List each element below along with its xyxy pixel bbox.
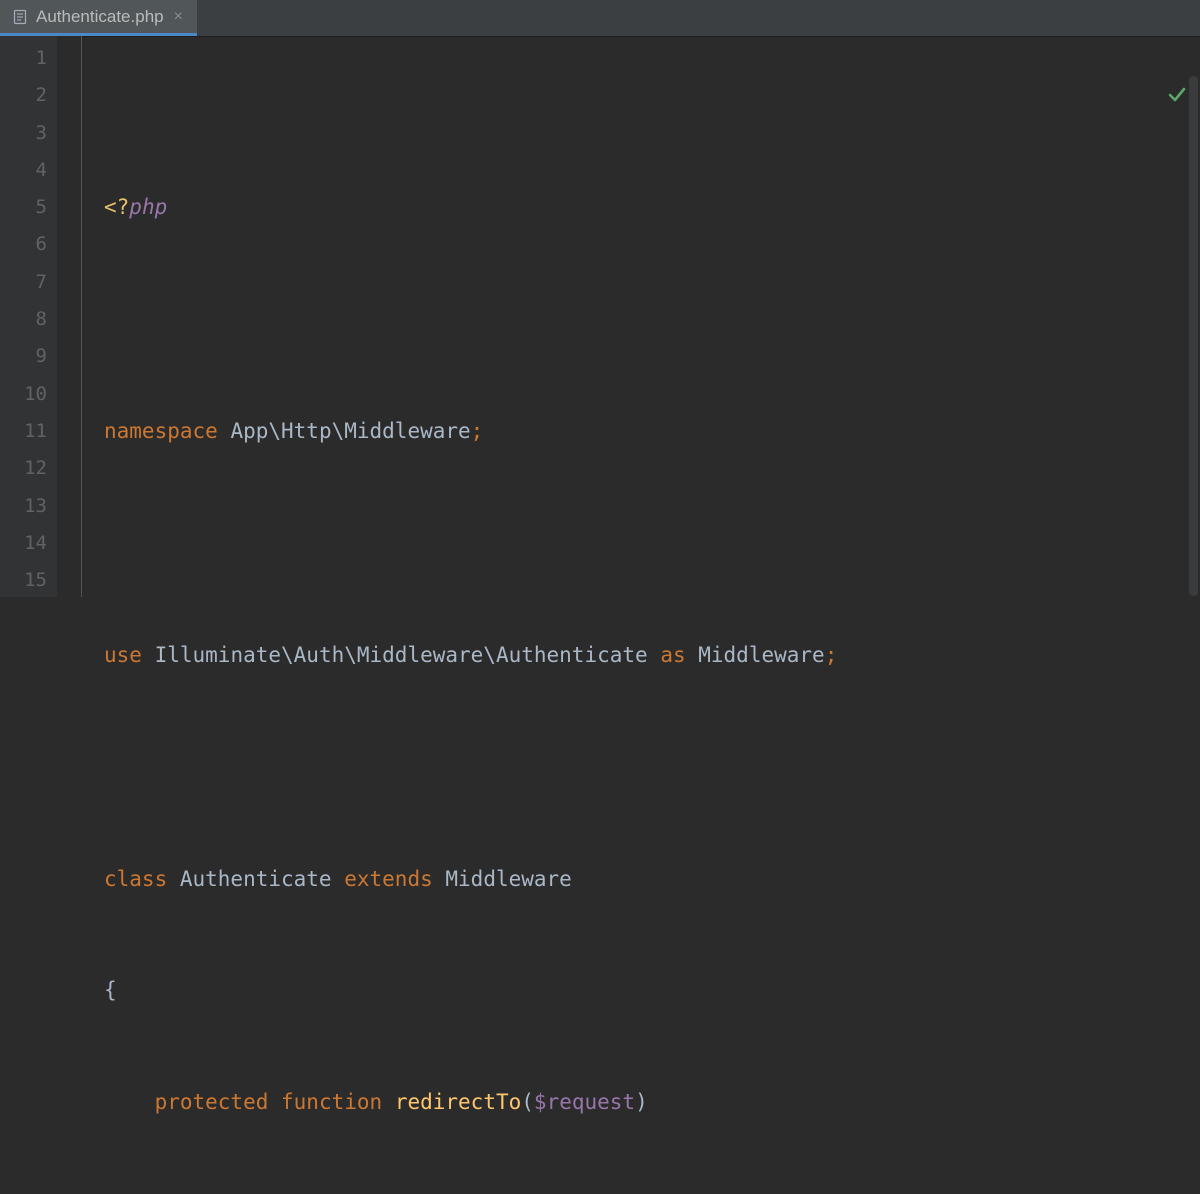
code-line[interactable]: protected function redirectTo($request) xyxy=(104,1084,1200,1121)
close-icon[interactable]: × xyxy=(172,9,183,25)
php-file-icon xyxy=(12,9,28,25)
line-gutter: 1 2 3 4 5 6 7 8 9 10 11 12 13 14 15 xyxy=(0,36,58,597)
tab-bar: Authenticate.php × xyxy=(0,0,1200,36)
line-number: 8 xyxy=(0,301,47,338)
code-line[interactable]: namespace App\Http\Middleware; xyxy=(104,413,1200,450)
line-number: 5 xyxy=(0,189,47,226)
line-number: 14 xyxy=(0,525,47,562)
code-line[interactable] xyxy=(104,749,1200,786)
code-line[interactable]: use Illuminate\Auth\Middleware\Authentic… xyxy=(104,637,1200,674)
line-number: 13 xyxy=(0,488,47,525)
inspection-ok-icon[interactable] xyxy=(1092,42,1186,154)
code-line[interactable]: { xyxy=(104,972,1200,1009)
code-line[interactable]: <?php xyxy=(104,189,1200,226)
line-number: 1 xyxy=(0,40,47,77)
line-number: 6 xyxy=(0,226,47,263)
line-number: 9 xyxy=(0,338,47,375)
tab-authenticate[interactable]: Authenticate.php × xyxy=(0,0,197,36)
line-number: 11 xyxy=(0,413,47,450)
line-number: 4 xyxy=(0,152,47,189)
vertical-scrollbar[interactable] xyxy=(1189,76,1198,596)
code-line[interactable]: class Authenticate extends Middleware xyxy=(104,861,1200,898)
line-number: 2 xyxy=(0,77,47,114)
editor: 1 2 3 4 5 6 7 8 9 10 11 12 13 14 15 <?ph… xyxy=(0,36,1200,597)
line-number: 7 xyxy=(0,264,47,301)
tab-filename: Authenticate.php xyxy=(36,7,164,27)
line-number: 15 xyxy=(0,562,47,599)
gutter-divider xyxy=(58,36,82,597)
line-number: 12 xyxy=(0,450,47,487)
line-number: 3 xyxy=(0,115,47,152)
code-line[interactable] xyxy=(104,301,1200,338)
code-line[interactable] xyxy=(104,525,1200,562)
line-number: 10 xyxy=(0,376,47,413)
code-area[interactable]: <?php namespace App\Http\Middleware; use… xyxy=(82,36,1200,597)
